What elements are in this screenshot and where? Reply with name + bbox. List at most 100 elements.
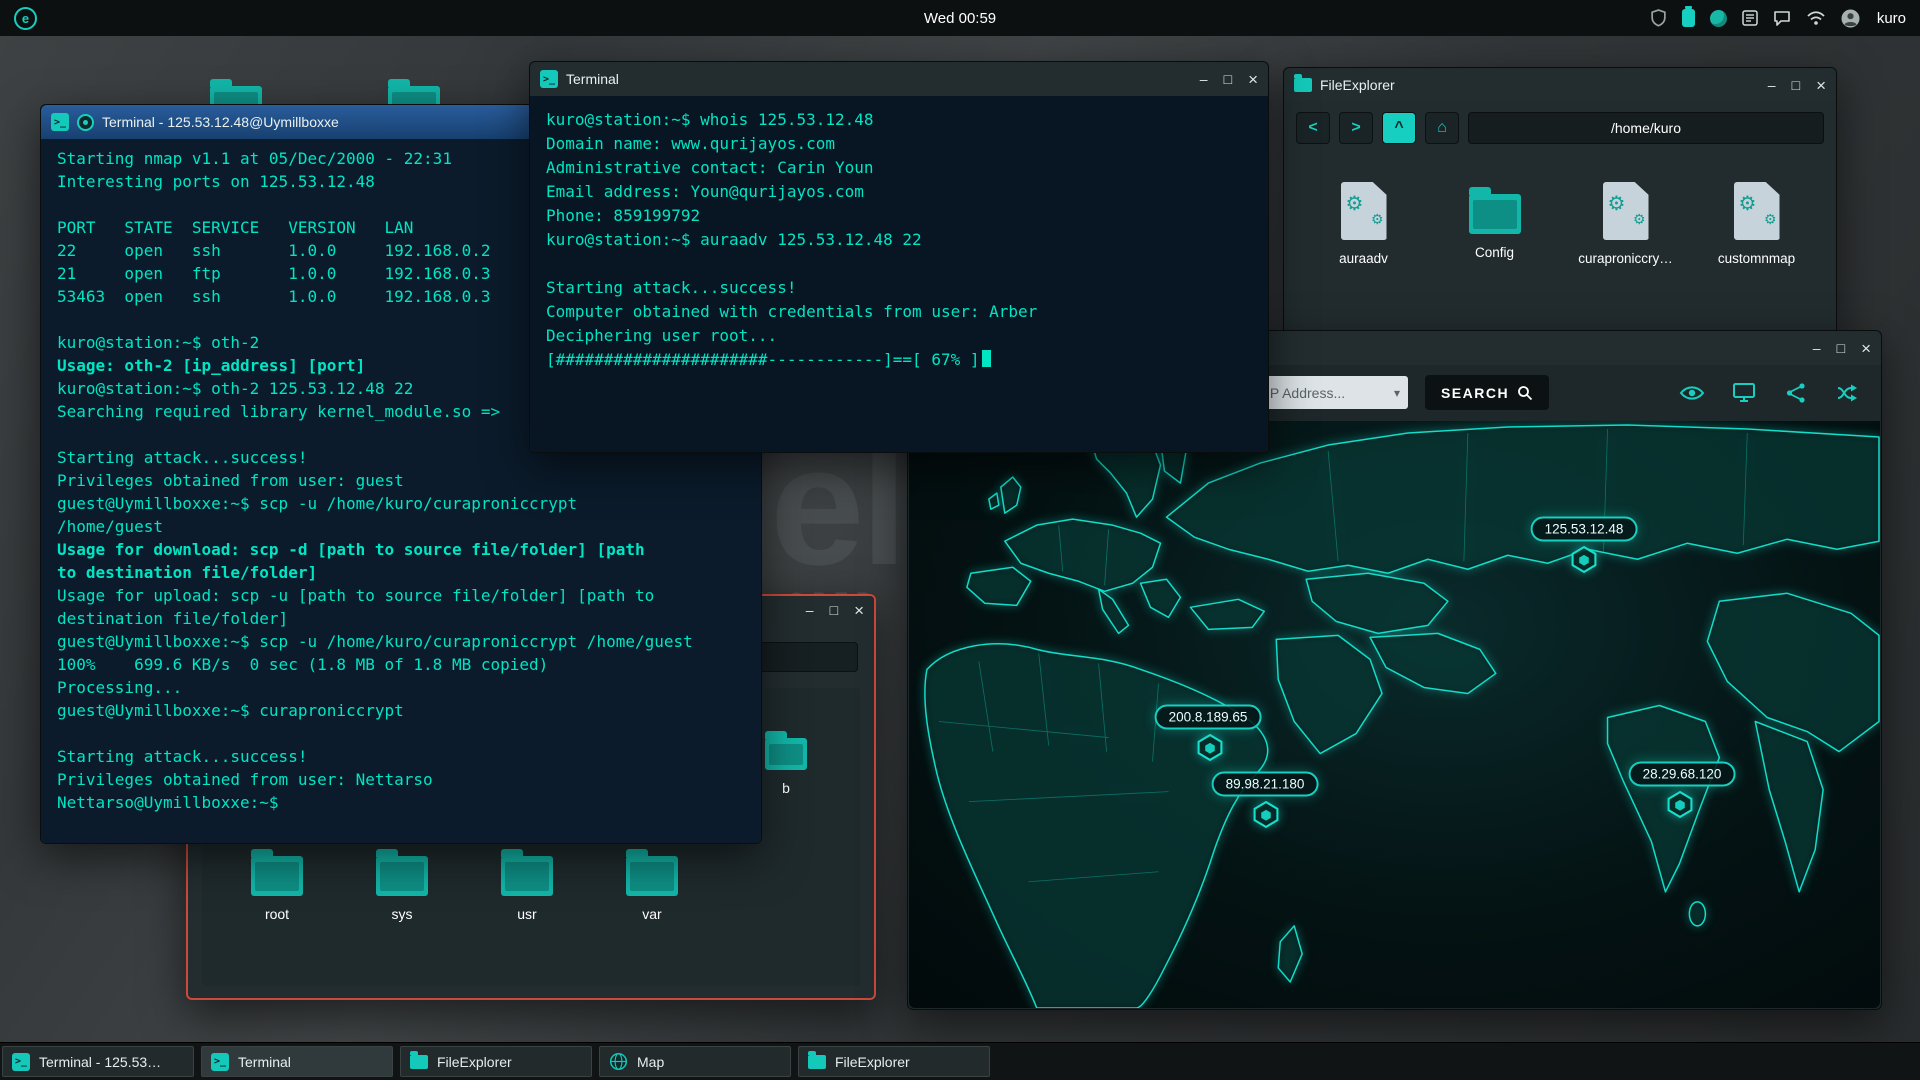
taskbar-item-label: FileExplorer (835, 1054, 910, 1070)
minimize-button[interactable]: – (1200, 72, 1208, 86)
taskbar-item[interactable]: FileExplorer (798, 1046, 990, 1077)
window-title: Terminal (566, 71, 619, 87)
terminal-line: kuro@station:~$ auraadv 125.53.12.48 22 (546, 228, 1252, 252)
taskbar-item-label: Map (637, 1054, 664, 1070)
file-item[interactable]: root (222, 844, 332, 922)
terminal-line: Phone: 859199792 (546, 204, 1252, 228)
network-globe-icon[interactable] (1710, 10, 1727, 27)
chat-icon[interactable] (1773, 10, 1791, 27)
terminal-cursor (982, 350, 991, 367)
terminal-icon: >_ (51, 113, 69, 131)
file-item[interactable]: ⚙⚙auraadv (1306, 182, 1421, 266)
close-button[interactable]: × (1861, 340, 1871, 357)
eye-button[interactable] (1673, 375, 1711, 410)
terminal-line (57, 722, 745, 745)
battery-icon[interactable] (1682, 9, 1695, 27)
taskbar-item-label: Terminal (238, 1054, 291, 1070)
titlebar: >_ Terminal – □ × (530, 62, 1268, 96)
gear-icon: ⚙ (1608, 194, 1626, 214)
world-map-svg (909, 421, 1880, 1008)
maximize-button[interactable]: □ (1792, 78, 1800, 92)
binary-file-icon: ⚙⚙ (1341, 182, 1387, 240)
news-list-icon[interactable] (1742, 10, 1758, 26)
nav-home-button[interactable]: ⌂ (1425, 112, 1459, 144)
map-node-icon[interactable] (1253, 800, 1280, 834)
terminal-line: Processing... (57, 676, 745, 699)
terminal-line: destination file/folder] (57, 607, 745, 630)
terminal-line: Domain name: www.qurijayos.com (546, 132, 1252, 156)
file-item[interactable]: usr (472, 844, 582, 922)
folder-icon (251, 856, 303, 896)
taskbar-item[interactable]: >_Terminal (201, 1046, 393, 1077)
wifi-icon[interactable] (1806, 10, 1826, 26)
taskbar-item-label: FileExplorer (437, 1054, 512, 1070)
share-button[interactable] (1777, 375, 1815, 410)
map-ip-pin[interactable]: 89.98.21.180 (1212, 772, 1319, 797)
maximize-button[interactable]: □ (1837, 341, 1845, 355)
terminal-line: kuro@station:~$ whois 125.53.12.48 (546, 108, 1252, 132)
file-item[interactable]: var (597, 844, 707, 922)
map-ip-pin[interactable]: 200.8.189.65 (1155, 705, 1262, 730)
folder-icon (765, 738, 807, 770)
folder-icon (626, 856, 678, 896)
binary-file-icon: ⚙⚙ (1603, 182, 1649, 240)
terminal-line: Starting attack...success! (546, 276, 1252, 300)
search-button[interactable]: SEARCH (1425, 375, 1549, 410)
file-item[interactable]: Config (1437, 182, 1552, 266)
terminal-line: Starting attack...success! (57, 745, 745, 768)
user-avatar-icon[interactable] (1841, 9, 1860, 28)
map-node-icon[interactable] (1667, 790, 1694, 824)
file-item[interactable]: ⚙⚙curaproniccry… (1568, 182, 1683, 266)
map-node-icon[interactable] (1571, 545, 1598, 579)
system-menu-logo[interactable]: e (14, 7, 37, 30)
path-field[interactable]: /home/kuro (1468, 112, 1824, 144)
maximize-button[interactable]: □ (1224, 72, 1232, 86)
nav-back-button[interactable]: < (1296, 112, 1330, 144)
taskbar-item[interactable]: Map (599, 1046, 791, 1077)
map-ip-pin[interactable]: 125.53.12.48 (1531, 517, 1638, 542)
file-name: root (265, 906, 289, 922)
target-icon (77, 114, 94, 131)
minimize-button[interactable]: – (806, 603, 814, 617)
file-item[interactable]: sys (347, 844, 457, 922)
minimize-button[interactable]: – (1813, 341, 1821, 355)
world-map[interactable]: 125.53.12.48 200.8.189.65 89.98.21.180 28.2… (909, 421, 1880, 1008)
folder-icon (376, 856, 428, 896)
terminal-output[interactable]: kuro@station:~$ whois 125.53.12.48Domain… (530, 96, 1268, 452)
shuffle-button[interactable] (1829, 375, 1867, 410)
file-item[interactable]: ⚙⚙customnmap (1699, 182, 1814, 266)
terminal-line: /home/guest (57, 515, 745, 538)
file-grid: ⚙⚙auraadvConfig⚙⚙curaproniccry…⚙⚙customn… (1284, 154, 1836, 266)
gear-icon: ⚙ (1764, 212, 1777, 226)
close-button[interactable]: × (1248, 71, 1258, 88)
gear-icon: ⚙ (1739, 194, 1757, 214)
map-ip-pin[interactable]: 28.29.68.120 (1629, 762, 1736, 787)
remote-screen-button[interactable] (1725, 375, 1763, 410)
file-explorer-icon (410, 1055, 428, 1069)
terminal-line: guest@Uymillboxxe:~$ curaproniccrypt (57, 699, 745, 722)
nav-forward-button[interactable]: > (1339, 112, 1373, 144)
terminal-line: Nettarso@Uymillboxxe:~$ (57, 791, 745, 814)
taskbar: >_Terminal - 125.53…>_Terminal FileExplor… (0, 1042, 1920, 1080)
terminal-line: Administrative contact: Carin Youn (546, 156, 1252, 180)
terminal-line: guest@Uymillboxxe:~$ scp -u /home/kuro/c… (57, 630, 745, 653)
ip-address-input[interactable]: IP Address... ▾ (1256, 376, 1408, 409)
ip-address-placeholder: IP Address... (1266, 385, 1394, 401)
shield-icon[interactable] (1650, 9, 1667, 27)
terminal-line: Usage for download: scp -d [path to sour… (57, 538, 745, 561)
shuffle-icon (1836, 383, 1860, 403)
map-node-icon[interactable] (1197, 733, 1224, 767)
minimize-button[interactable]: – (1768, 78, 1776, 92)
close-button[interactable]: × (854, 602, 864, 619)
maximize-button[interactable]: □ (830, 603, 838, 617)
close-button[interactable]: × (1816, 77, 1826, 94)
file-name: Config (1475, 245, 1514, 260)
taskbar-item[interactable]: FileExplorer (400, 1046, 592, 1077)
file-item[interactable]: b (758, 730, 814, 796)
nav-up-button[interactable]: ^ (1382, 112, 1416, 144)
terminal-line: Email address: Youn@qurijayos.com (546, 180, 1252, 204)
gear-icon: ⚙ (1346, 194, 1364, 214)
terminal-line: Privileges obtained from user: Nettarso (57, 768, 745, 791)
terminal-line: Deciphering user root... (546, 324, 1252, 348)
taskbar-item[interactable]: >_Terminal - 125.53… (2, 1046, 194, 1077)
